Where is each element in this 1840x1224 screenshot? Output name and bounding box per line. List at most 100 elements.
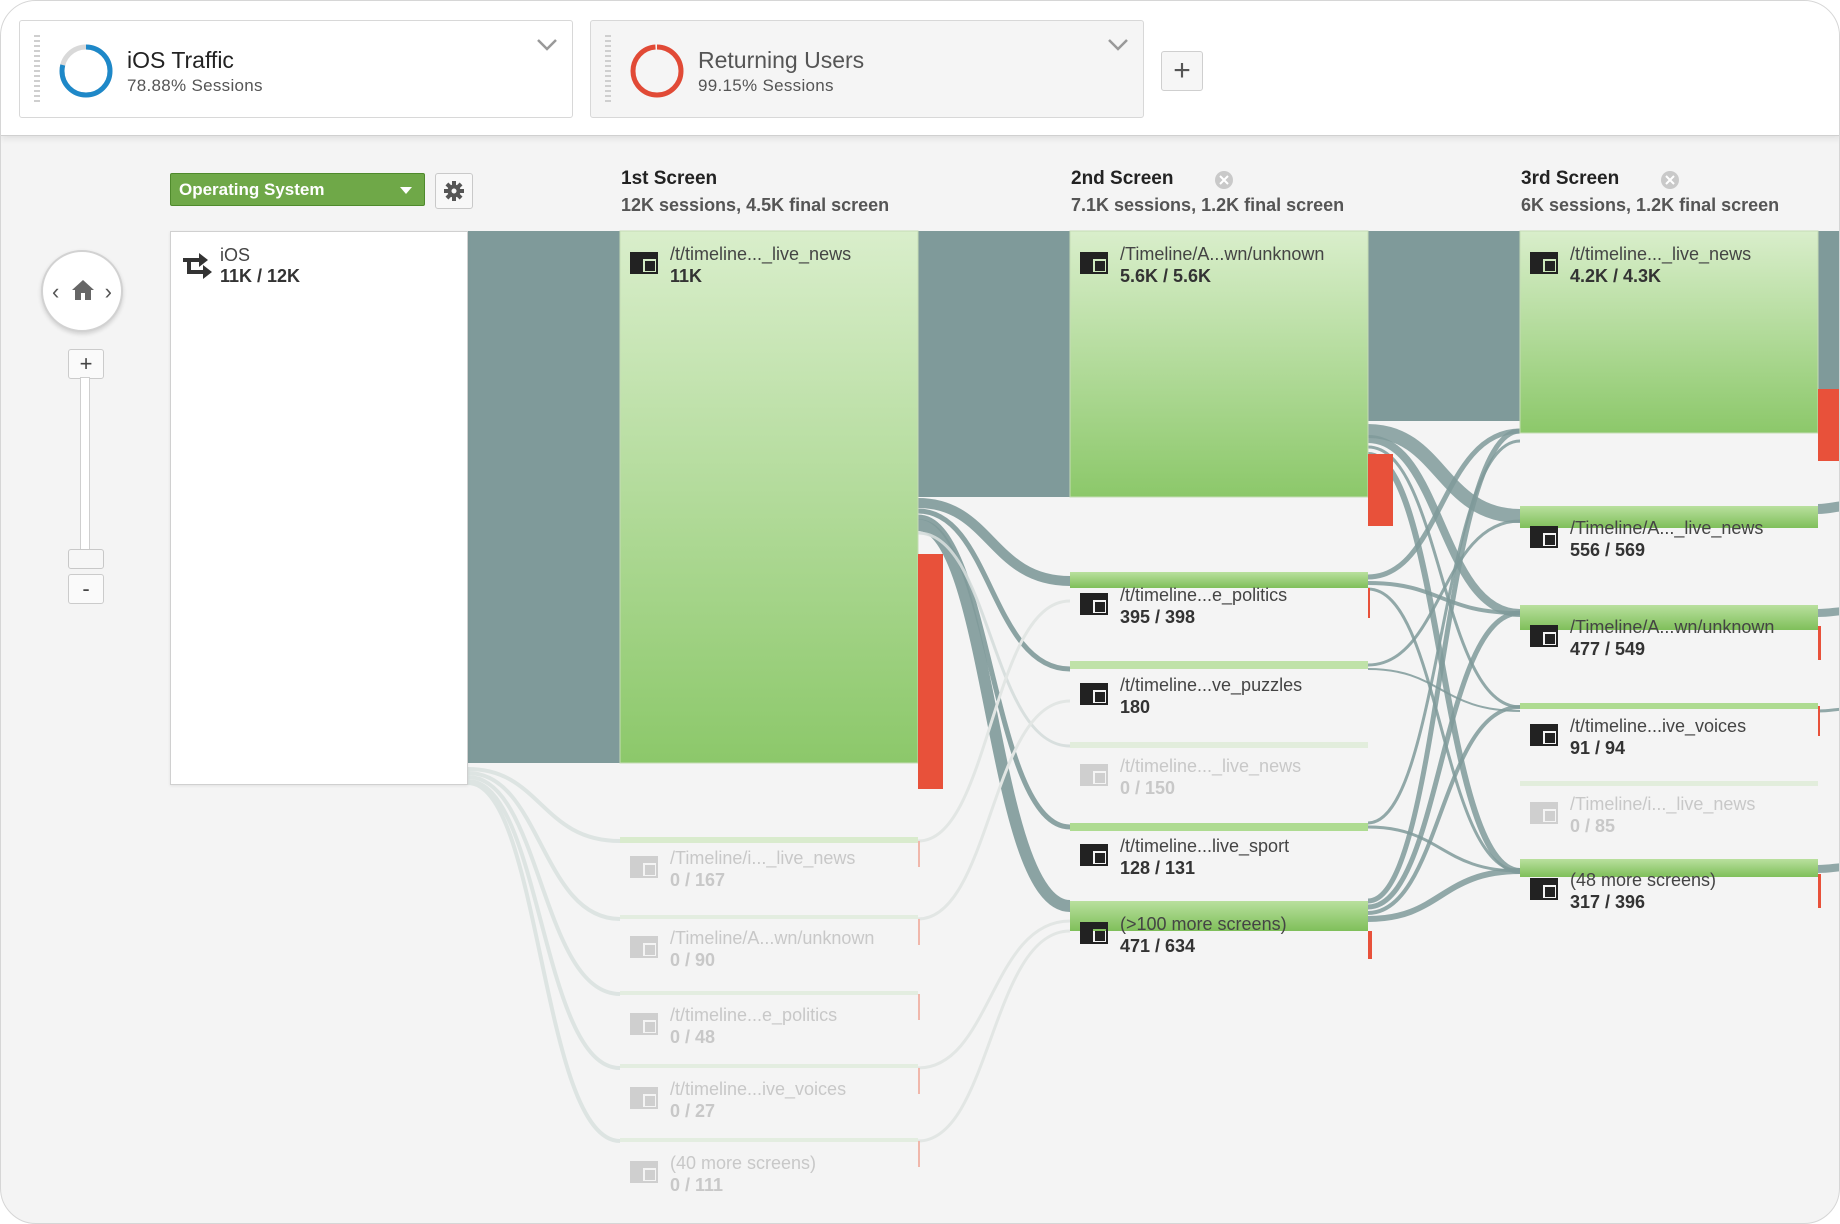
page-icon: [1530, 252, 1558, 274]
node-value: 5.6K / 5.6K: [1120, 266, 1212, 286]
node-value: 0 / 111: [670, 1175, 724, 1195]
dropoff-bar[interactable]: [1818, 874, 1821, 908]
node-label: /t/timeline...ve_puzzles: [1120, 675, 1303, 695]
node-value: 0 / 48: [670, 1027, 716, 1047]
node-value: 4.2K / 4.3K: [1570, 266, 1662, 286]
dropoff-bar[interactable]: [1818, 626, 1821, 660]
page-icon: [1080, 252, 1108, 274]
page-icon: [1530, 526, 1558, 548]
page-icon: [1530, 878, 1558, 900]
page-icon: [630, 856, 658, 878]
node-value: 317 / 396: [1570, 892, 1646, 912]
node-label: /t/timeline...e_politics: [1120, 585, 1288, 605]
pan-right-icon[interactable]: ›: [105, 279, 112, 305]
pan-left-icon[interactable]: ‹: [52, 279, 59, 305]
dropoff-bar[interactable]: [1368, 454, 1393, 526]
node-label: /Timeline/i..._live_news: [670, 848, 856, 868]
screen2-node[interactable]: /t/timeline...ve_puzzles 180: [1120, 675, 1302, 718]
node-label: /Timeline/i..._live_news: [1570, 794, 1756, 814]
node-label: /Timeline/A...wn/unknown: [670, 928, 875, 948]
dropoff-bar[interactable]: [1818, 389, 1840, 461]
zoom-slider-handle[interactable]: [68, 549, 104, 569]
dropoff-bar[interactable]: [918, 554, 943, 789]
screen3-node[interactable]: (48 more screens) 317 / 396: [1570, 870, 1716, 913]
starting-node-ios[interactable]: iOS 11K / 12K: [170, 231, 468, 785]
zoom-in-button[interactable]: +: [68, 349, 104, 379]
home-icon[interactable]: [70, 278, 96, 302]
page-icon: [1080, 683, 1108, 705]
flow-links-ios: [467, 767, 621, 1143]
screen1-node[interactable]: /Timeline/i..._live_news 0 / 167: [670, 848, 855, 891]
flow-band-screen2-to-screen3[interactable]: [1368, 231, 1520, 421]
screen1-node[interactable]: (40 more screens) 0 / 111: [670, 1153, 816, 1196]
page-icon: [630, 1161, 658, 1183]
flow-links-screen3-out: [1817, 231, 1839, 873]
screen2-node[interactable]: /t/timeline..._live_news 0 / 150: [1120, 756, 1301, 799]
screen3-node[interactable]: /t/timeline..._live_news 4.2K / 4.3K: [1570, 244, 1751, 287]
screen2-node-bar[interactable]: [1070, 661, 1368, 669]
column-title: 2nd Screen: [1071, 168, 1174, 189]
dimension-dropdown[interactable]: Operating System: [170, 173, 425, 206]
node-value: 471 / 634: [1120, 936, 1196, 956]
node-label: /t/timeline...live_sport: [1120, 836, 1290, 856]
node-label: (40 more screens): [670, 1153, 817, 1173]
flow-band-screen1-to-screen2[interactable]: [918, 231, 1070, 497]
screen3-node[interactable]: /t/timeline...ive_voices 91 / 94: [1570, 716, 1746, 759]
screen2-node-bar[interactable]: [1070, 742, 1368, 748]
node-label: iOS: [220, 245, 251, 265]
node-label: /Timeline/A...wn/unknown: [1570, 617, 1775, 637]
node-value: 0 / 167: [670, 870, 726, 890]
screen2-node[interactable]: /t/timeline...e_politics 395 / 398: [1120, 585, 1287, 628]
close-icon[interactable]: [1660, 170, 1680, 190]
screen1-node[interactable]: /t/timeline...ive_voices 0 / 27: [670, 1079, 846, 1122]
zoom-out-button[interactable]: -: [68, 574, 104, 604]
node-label: /t/timeline..._live_news: [1570, 244, 1752, 264]
node-value: 11K / 12K: [220, 266, 301, 286]
screen2-node[interactable]: (>100 more screens) 471 / 634: [1120, 914, 1287, 957]
node-value: 180: [1120, 697, 1151, 717]
node-label: /Timeline/A...wn/unknown: [1120, 244, 1325, 264]
column-header-screen3: 3rd Screen 6K sessions, 1.2K final scree…: [1521, 168, 1779, 216]
screen3-node[interactable]: /Timeline/A...wn/unknown 477 / 549: [1570, 617, 1774, 660]
dropoff-bar[interactable]: [1368, 588, 1370, 618]
node-value: 477 / 549: [1570, 639, 1646, 659]
page-icon: [630, 1013, 658, 1035]
page-icon: [630, 1087, 658, 1109]
screen2-node[interactable]: /t/timeline...live_sport 128 / 131: [1120, 836, 1289, 879]
screen1-node-bar[interactable]: [619, 230, 919, 764]
zoom-slider-track[interactable]: [80, 377, 90, 551]
column-header-screen2: 2nd Screen 7.1K sessions, 1.2K final scr…: [1071, 168, 1344, 216]
column-title: 1st Screen: [621, 168, 718, 189]
page-icon: [1080, 922, 1108, 944]
flow-band-ios-to-screen1[interactable]: [468, 231, 620, 763]
close-icon[interactable]: [1214, 170, 1234, 190]
dimension-label: Operating System: [179, 180, 325, 199]
node-value: 0 / 27: [670, 1101, 716, 1121]
dropoff-bar[interactable]: [1818, 706, 1820, 736]
page-icon: [1530, 724, 1558, 746]
node-value: 395 / 398: [1120, 607, 1196, 627]
screen2-node[interactable]: /Timeline/A...wn/unknown 5.6K / 5.6K: [1120, 244, 1324, 287]
screen2-node-bar[interactable]: [1070, 823, 1368, 831]
entry-arrows-icon: [183, 253, 212, 279]
node-label: /t/timeline...e_politics: [670, 1005, 838, 1025]
column-subtitle: 7.1K sessions, 1.2K final screen: [1071, 195, 1345, 215]
screen1-node[interactable]: /t/timeline...e_politics 0 / 48: [670, 1005, 837, 1048]
screen3-node[interactable]: /Timeline/i..._live_news 0 / 85: [1570, 794, 1755, 837]
page-icon: [1530, 625, 1558, 647]
gear-icon: [444, 181, 464, 201]
node-label: /t/timeline...ive_voices: [670, 1079, 847, 1099]
caret-down-icon: [400, 187, 412, 194]
screen3-node-bar[interactable]: [1520, 781, 1818, 786]
screen1-node[interactable]: /t/timeline..._live_news 11K: [670, 244, 851, 287]
screen1-node[interactable]: /Timeline/A...wn/unknown 0 / 90: [670, 928, 874, 971]
settings-button[interactable]: [435, 173, 473, 209]
page-icon: [630, 252, 658, 274]
node-value: 0 / 90: [670, 950, 716, 970]
node-label: (>100 more screens): [1120, 914, 1287, 934]
page-icon: [1530, 802, 1558, 824]
dropoff-bar[interactable]: [1368, 931, 1372, 959]
pan-control[interactable]: ‹ ›: [41, 250, 123, 332]
screen3-node[interactable]: /Timeline/A..._live_news 556 / 569: [1570, 518, 1763, 561]
screen3-node-bar[interactable]: [1520, 703, 1818, 709]
